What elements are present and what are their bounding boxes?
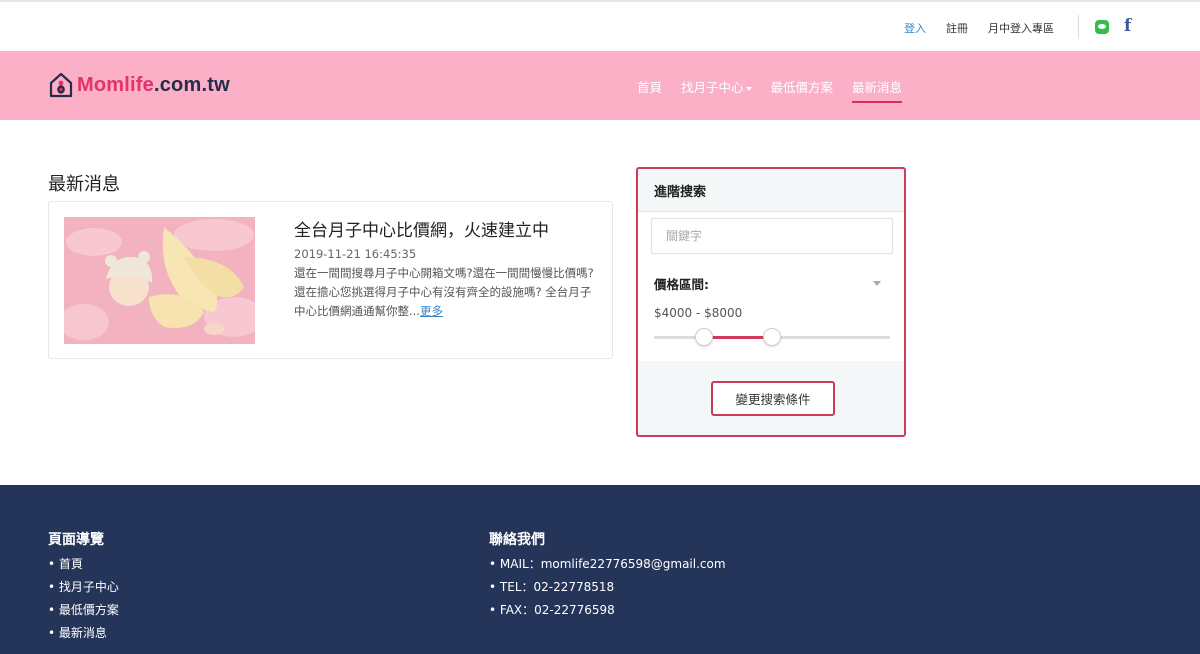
footer-nav-list: 首頁 找月子中心 最低價方案 最新消息 <box>48 553 119 645</box>
site-header: Momlife.com.tw 首頁 找月子中心 最低價方案 最新消息 <box>0 51 1200 120</box>
nav-find-center[interactable]: 找月子中心 <box>681 77 752 96</box>
search-panel-body: 價格區間: $4000 - $8000 <box>638 212 904 361</box>
center-login-link[interactable]: 月中登入專區 <box>988 20 1054 36</box>
footer-nav-item: 找月子中心 <box>48 576 119 599</box>
account-links: 登入 註冊 月中登入專區 <box>904 20 1054 36</box>
house-logo-icon <box>49 72 73 98</box>
price-slider-fill <box>703 336 772 339</box>
baby-photo-illustration <box>64 217 255 344</box>
news-card: 全台月子中心比價網，火速建立中 2019-11-21 16:45:35 還在一間… <box>48 201 613 359</box>
contact-tel: TEL：02-22778518 <box>489 576 726 599</box>
footer-link-find-center[interactable]: 找月子中心 <box>59 580 119 594</box>
footer-link-home[interactable]: 首頁 <box>59 557 83 571</box>
site-logo[interactable]: Momlife.com.tw <box>48 72 230 98</box>
news-date: 2019-11-21 16:45:35 <box>294 247 417 261</box>
nav-home-label: 首頁 <box>637 80 663 95</box>
nav-find-center-label: 找月子中心 <box>681 80 744 95</box>
nav-latest-news-label: 最新消息 <box>852 80 903 95</box>
search-panel-title: 進階搜索 <box>638 169 904 212</box>
logo-brand: Momlife <box>77 73 154 96</box>
price-slider-max-handle[interactable] <box>763 328 781 346</box>
footer-nav-title: 頁面導覽 <box>48 532 104 548</box>
price-range-label: 價格區間: <box>654 277 709 292</box>
logo-domain: .com.tw <box>153 73 230 96</box>
register-link[interactable]: 註冊 <box>946 20 968 36</box>
footer-contact-title: 聯絡我們 <box>489 532 545 548</box>
line-icon[interactable] <box>1095 20 1109 34</box>
keyword-input[interactable] <box>651 218 893 254</box>
footer-nav-item: 首頁 <box>48 553 119 576</box>
news-title[interactable]: 全台月子中心比價網，火速建立中 <box>294 216 549 241</box>
login-link[interactable]: 登入 <box>904 20 926 36</box>
advanced-search-panel: 進階搜索 價格區間: $4000 - $8000 變更搜索條件 <box>636 167 906 437</box>
footer-link-lowest-price[interactable]: 最低價方案 <box>59 603 119 617</box>
change-search-button[interactable]: 變更搜索條件 <box>711 381 835 416</box>
price-range-value: $4000 - $8000 <box>654 306 743 320</box>
contact-fax: FAX：02-22776598 <box>489 599 726 622</box>
site-footer: 頁面導覽 首頁 找月子中心 最低價方案 最新消息 聯絡我們 MAIL：momli… <box>0 485 1200 654</box>
nav-lowest-price[interactable]: 最低價方案 <box>771 77 834 96</box>
footer-nav-item: 最低價方案 <box>48 599 119 622</box>
footer-nav-item: 最新消息 <box>48 622 119 645</box>
topbar-divider <box>1078 15 1079 39</box>
facebook-icon[interactable]: f <box>1124 16 1131 36</box>
main-nav: 首頁 找月子中心 最低價方案 最新消息 <box>637 77 903 103</box>
chevron-down-icon[interactable] <box>873 281 881 286</box>
news-excerpt-text: 還在一間間搜尋月子中心開箱文嗎?還在一間間慢慢比價嗎?還在擔心您挑選得月子中心有… <box>294 266 594 318</box>
chevron-down-icon <box>745 86 752 91</box>
price-slider-min-handle[interactable] <box>694 328 713 346</box>
price-slider[interactable] <box>654 328 890 346</box>
read-more-link[interactable]: 更多 <box>420 304 443 318</box>
contact-mail: MAIL：momlife22776598@gmail.com <box>489 553 726 576</box>
footer-link-latest-news[interactable]: 最新消息 <box>59 626 107 640</box>
news-image[interactable] <box>64 217 255 344</box>
nav-lowest-price-label: 最低價方案 <box>770 80 834 95</box>
footer-contact-list: MAIL：momlife22776598@gmail.com TEL：02-22… <box>489 553 726 622</box>
top-bar: 登入 註冊 月中登入專區 f <box>0 0 1200 51</box>
logo-text: Momlife.com.tw <box>77 74 230 97</box>
news-excerpt: 還在一間間搜尋月子中心開箱文嗎?還在一間間慢慢比價嗎?還在擔心您挑選得月子中心有… <box>294 264 600 321</box>
nav-latest-news[interactable]: 最新消息 <box>852 77 903 103</box>
page-title: 最新消息 <box>48 174 120 195</box>
nav-home[interactable]: 首頁 <box>637 77 662 96</box>
